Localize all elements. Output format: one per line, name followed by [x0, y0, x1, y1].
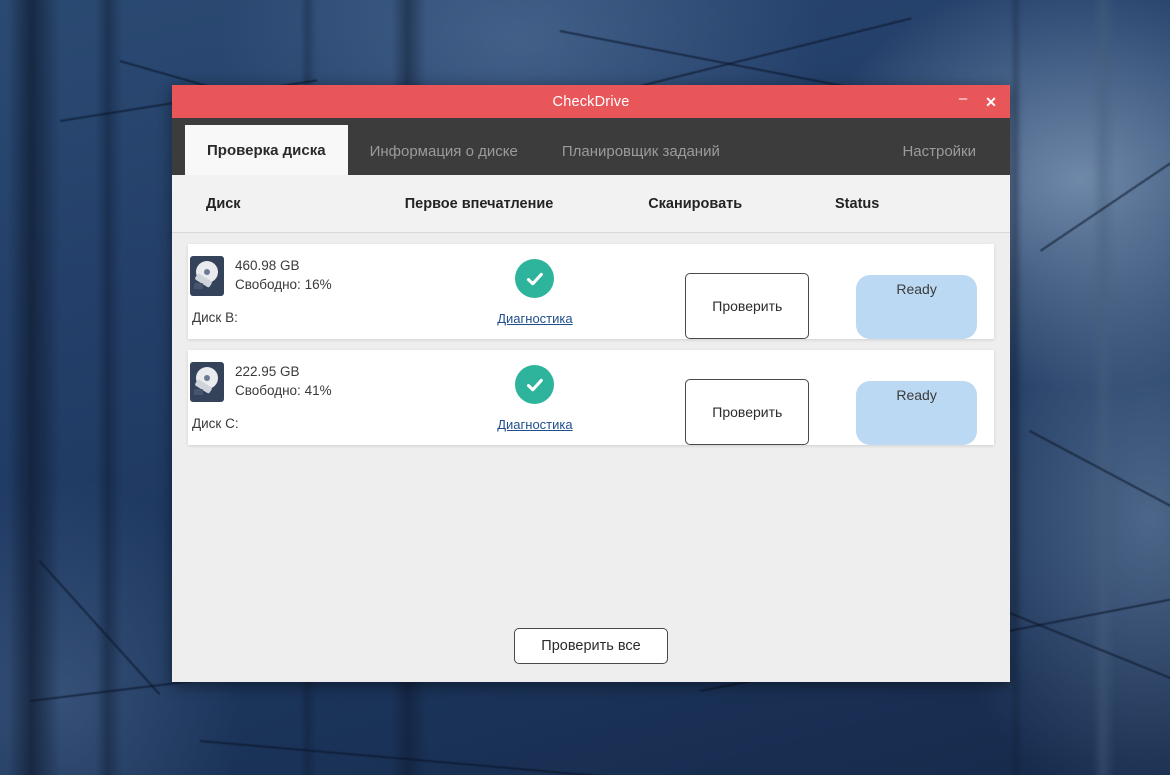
disk-cell: 222.95 GB Свободно: 41% Диск C: [188, 350, 414, 445]
window-titlebar[interactable]: CheckDrive – ✕ [172, 85, 1010, 118]
tabstrip: Проверка диска Информация о диске Планир… [172, 118, 1010, 175]
impression-cell: Диагностика [414, 350, 655, 445]
checkdrive-window: CheckDrive – ✕ Проверка диска Информация… [172, 85, 1010, 682]
tree-branch [199, 740, 699, 775]
tab-label: Проверка диска [207, 141, 326, 159]
status-badge: Ready [856, 275, 977, 339]
minimize-icon[interactable]: – [950, 89, 976, 115]
diagnostics-link[interactable]: Диагностика [497, 417, 572, 432]
disk-list: 460.98 GB Свободно: 16% Диск B: Диагност… [188, 233, 994, 456]
status-cell: Ready [839, 350, 994, 445]
scan-cell: Проверить [655, 350, 839, 445]
disk-cell: 460.98 GB Свободно: 16% Диск B: [188, 244, 414, 339]
table-row[interactable]: 460.98 GB Свободно: 16% Диск B: Диагност… [188, 244, 994, 339]
disk-summary: 222.95 GB Свободно: 41% [190, 362, 414, 402]
tab-label: Информация о диске [369, 143, 518, 160]
disk-letter-label: Диск C: [192, 416, 239, 431]
tree-trunk [1092, 0, 1116, 775]
tab-label: Настройки [902, 143, 976, 160]
column-header-disk: Диск [206, 195, 241, 212]
table-header: Диск Первое впечатление Сканировать Stat… [172, 175, 1010, 233]
check-all-button[interactable]: Проверить все [514, 628, 668, 664]
hard-disk-icon [190, 362, 224, 402]
window-controls: – ✕ [950, 85, 1004, 118]
hard-disk-icon [190, 256, 224, 296]
impression-cell: Диагностика [414, 244, 655, 339]
tab-settings[interactable]: Настройки [880, 128, 998, 175]
disk-capacity: 460.98 GB [235, 258, 300, 273]
panel-footer: Проверить все [188, 456, 994, 682]
diagnostics-link[interactable]: Диагностика [497, 311, 572, 326]
disk-summary: 460.98 GB Свободно: 16% [190, 256, 414, 296]
disk-check-panel: Диск Первое впечатление Сканировать Stat… [172, 175, 1010, 682]
disk-text: 460.98 GB Свободно: 16% [235, 256, 332, 294]
column-header-impression: Первое впечатление [404, 195, 554, 212]
disk-text: 222.95 GB Свободно: 41% [235, 362, 332, 400]
disk-letter-label: Диск B: [192, 310, 238, 325]
table-row[interactable]: 222.95 GB Свободно: 41% Диск C: Диагност… [188, 350, 994, 445]
window-title: CheckDrive [552, 93, 630, 110]
disk-free-space: Свободно: 16% [235, 277, 332, 292]
check-disk-button[interactable]: Проверить [685, 273, 810, 339]
disk-capacity: 222.95 GB [235, 364, 300, 379]
check-circle-icon [515, 259, 555, 298]
status-badge: Ready [856, 381, 977, 445]
tree-branch [620, 17, 912, 92]
close-icon[interactable]: ✕ [978, 89, 1004, 115]
tree-trunk [1010, 0, 1022, 775]
tab-label: Планировщик заданий [561, 143, 720, 160]
tab-disk-check[interactable]: Проверка диска [185, 125, 348, 175]
status-cell: Ready [839, 244, 994, 339]
column-header-status: Status [835, 195, 880, 212]
check-circle-icon [515, 365, 555, 404]
tab-task-scheduler[interactable]: Планировщик заданий [540, 128, 742, 175]
tab-disk-info[interactable]: Информация о диске [348, 128, 540, 175]
disk-free-space: Свободно: 41% [235, 383, 332, 398]
column-header-scan: Сканировать [648, 195, 743, 212]
tree-trunk [8, 0, 60, 775]
scan-cell: Проверить [655, 244, 839, 339]
tree-trunk [96, 0, 122, 775]
check-disk-button[interactable]: Проверить [685, 379, 810, 445]
